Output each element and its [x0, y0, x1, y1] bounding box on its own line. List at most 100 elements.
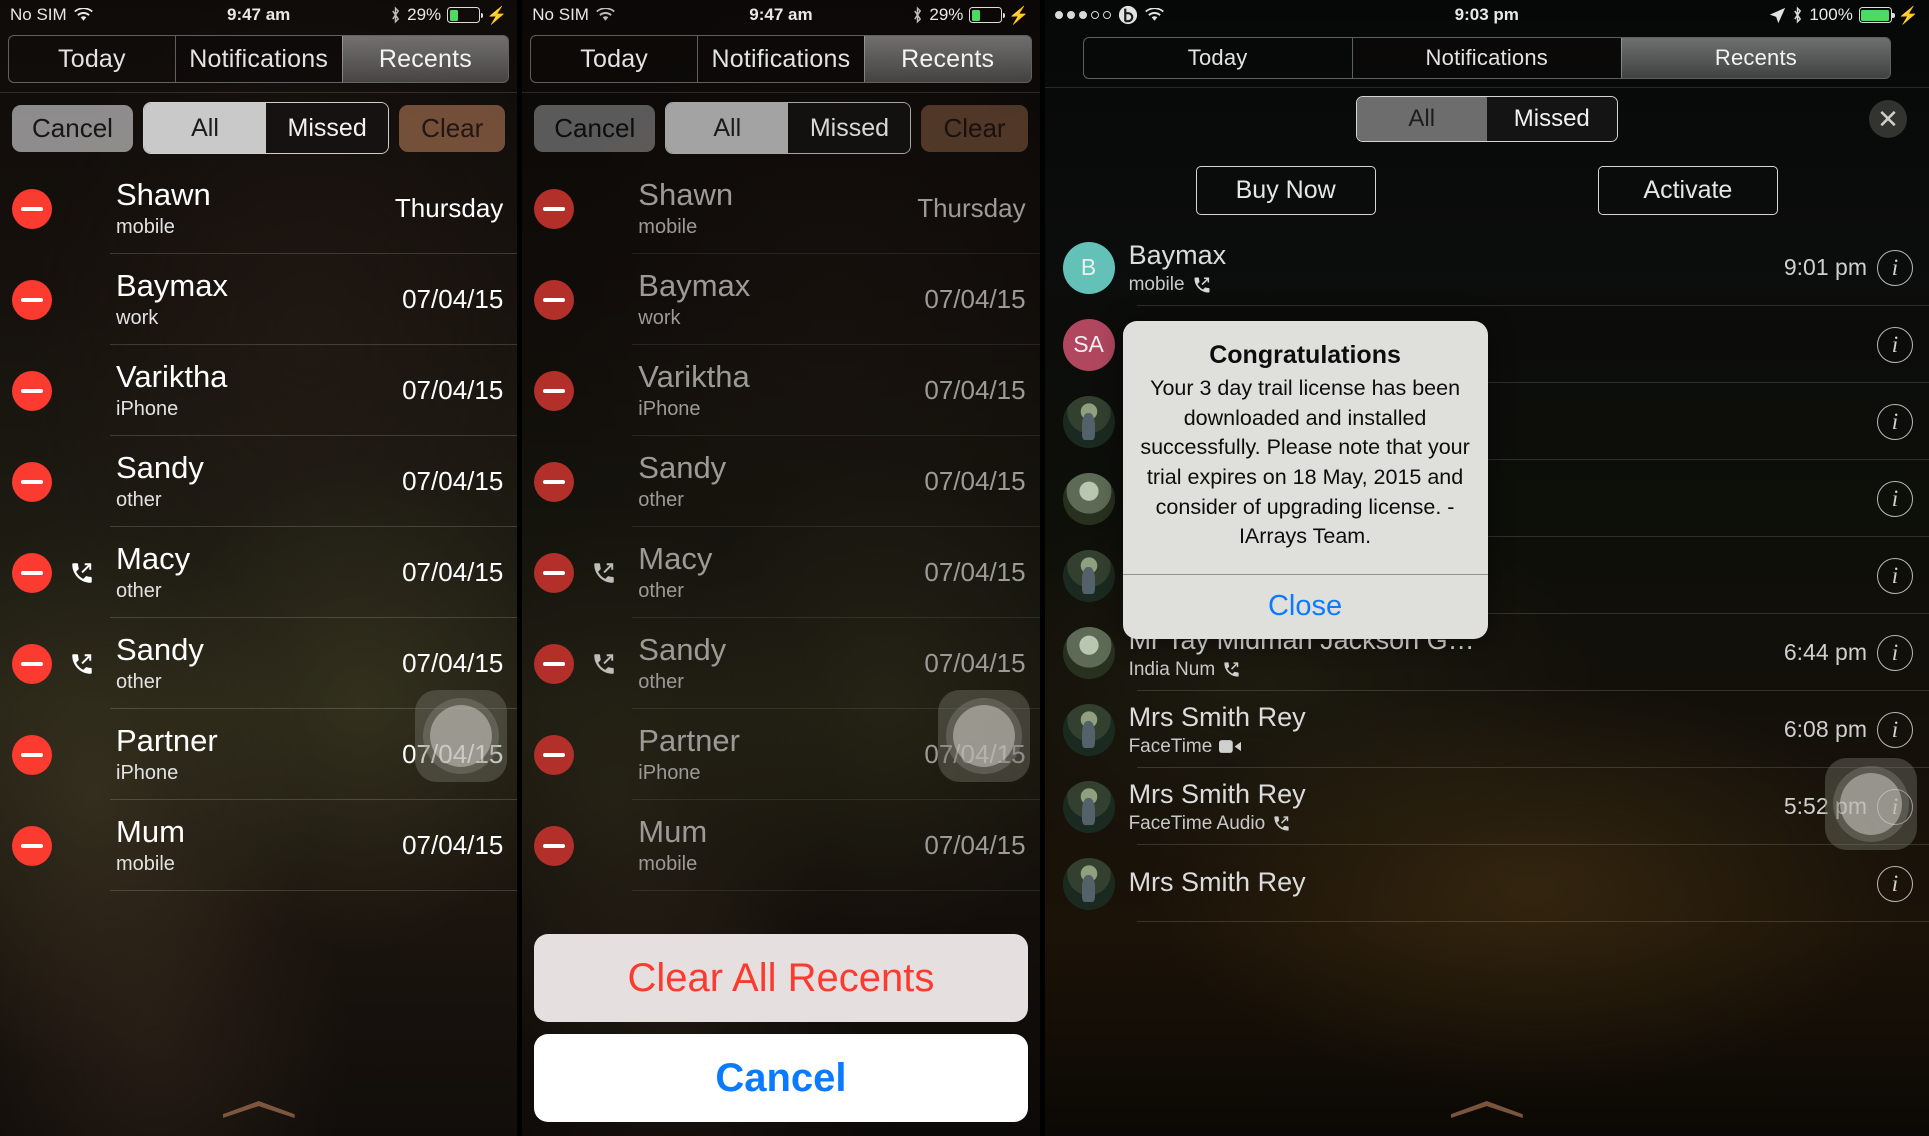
- contact-name: Baymax: [116, 269, 228, 303]
- delete-minus-icon[interactable]: [12, 825, 52, 866]
- clear-button-1[interactable]: Clear: [399, 104, 506, 152]
- segment-missed-2[interactable]: Missed: [788, 103, 911, 153]
- segment-all-3[interactable]: All: [1356, 97, 1487, 141]
- activate-button[interactable]: Activate: [1597, 166, 1778, 215]
- clear-all-recents-button[interactable]: Clear All Recents: [534, 934, 1028, 1022]
- delete-minus-icon[interactable]: [534, 370, 575, 411]
- filter-segment-3[interactable]: All Missed: [1355, 96, 1618, 142]
- battery-icon-1: [447, 7, 484, 23]
- contact-label: mobile: [638, 215, 698, 238]
- table-row[interactable]: Shawn mobile Thursday: [0, 163, 518, 254]
- call-time: 6:44 pm: [1783, 639, 1867, 665]
- tab-today-3[interactable]: Today: [1084, 38, 1352, 78]
- avatar: [1062, 626, 1115, 679]
- delete-minus-icon[interactable]: [12, 188, 52, 229]
- notification-center-tabs-1[interactable]: Today Notifications Recents: [8, 35, 510, 83]
- delete-minus-icon[interactable]: [534, 643, 575, 684]
- info-icon[interactable]: i: [1876, 865, 1913, 902]
- segment-all-1[interactable]: All: [143, 103, 267, 153]
- table-row[interactable]: Mrs Smith Rey i: [1045, 845, 1929, 922]
- clear-button-2[interactable]: Clear: [921, 104, 1028, 152]
- avatar: SA: [1062, 318, 1115, 371]
- tab-notifications-3[interactable]: Notifications: [1351, 38, 1621, 78]
- wifi-icon: [596, 8, 615, 22]
- table-row[interactable]: Mum mobile 07/04/15: [0, 800, 518, 891]
- contact-label: work: [116, 306, 159, 329]
- notification-center-tabs-3[interactable]: Today Notifications Recents: [1082, 37, 1891, 79]
- table-row[interactable]: Macy other 07/04/15: [522, 527, 1040, 618]
- info-icon[interactable]: i: [1876, 711, 1913, 748]
- assistive-touch-button-1[interactable]: [415, 690, 508, 782]
- cancel-button-1[interactable]: Cancel: [12, 104, 133, 152]
- battery-percent-2: 29%: [929, 5, 964, 24]
- close-x-icon[interactable]: ✕: [1868, 100, 1907, 138]
- contact-label: work: [638, 306, 681, 329]
- tab-today-1[interactable]: Today: [9, 36, 175, 82]
- delete-minus-icon[interactable]: [534, 734, 575, 775]
- delete-minus-icon[interactable]: [12, 370, 52, 411]
- filter-segment-1[interactable]: All Missed: [142, 102, 390, 154]
- bluetooth-icon: [390, 6, 401, 24]
- call-time: 07/04/15: [924, 284, 1026, 314]
- contact-name: Mrs Smith Rey: [1128, 778, 1306, 809]
- outgoing-call-icon: [584, 560, 624, 586]
- table-row[interactable]: Shawn mobile Thursday: [522, 163, 1040, 254]
- table-row[interactable]: Sandy other 07/04/15: [522, 436, 1040, 527]
- segment-all-2[interactable]: All: [666, 103, 789, 153]
- cancel-button-2[interactable]: Cancel: [534, 104, 656, 152]
- assistive-touch-button-2[interactable]: [937, 690, 1030, 782]
- tab-recents-3[interactable]: Recents: [1620, 38, 1890, 78]
- delete-minus-icon[interactable]: [12, 734, 52, 775]
- table-row[interactable]: Variktha iPhone 07/04/15: [0, 345, 518, 436]
- contact-label: other: [638, 670, 684, 693]
- delete-minus-icon[interactable]: [12, 552, 52, 593]
- info-icon[interactable]: i: [1876, 326, 1913, 363]
- tab-recents-2[interactable]: Recents: [863, 36, 1031, 82]
- table-row[interactable]: Macy other 07/04/15: [0, 527, 518, 618]
- table-row[interactable]: Baymax work 07/04/15: [522, 254, 1040, 345]
- outgoing-call-icon: [1272, 814, 1291, 833]
- contact-name: Variktha: [638, 360, 750, 394]
- filter-segment-2[interactable]: All Missed: [665, 102, 912, 154]
- lightning-bolt-icon: ⚡: [1897, 5, 1919, 25]
- table-row[interactable]: Variktha iPhone 07/04/15: [522, 345, 1040, 436]
- buy-now-button[interactable]: Buy Now: [1195, 166, 1376, 215]
- table-row[interactable]: B Baymax mobile 9:01 pm i: [1045, 229, 1929, 306]
- delete-minus-icon[interactable]: [12, 279, 52, 320]
- delete-minus-icon[interactable]: [534, 188, 575, 229]
- segment-missed-1[interactable]: Missed: [266, 103, 389, 153]
- info-icon[interactable]: i: [1876, 480, 1913, 517]
- alert-message: Your 3 day trail license has been downlo…: [1140, 376, 1470, 549]
- table-row[interactable]: Baymax work 07/04/15: [0, 254, 518, 345]
- table-row[interactable]: Mrs Smith Rey FaceTime 6:08 pm i: [1045, 691, 1929, 768]
- tab-notifications-2[interactable]: Notifications: [697, 36, 864, 82]
- delete-minus-icon[interactable]: [534, 825, 575, 866]
- alert-close-button[interactable]: Close: [1123, 575, 1488, 639]
- assistive-touch-button-3[interactable]: [1824, 758, 1917, 850]
- info-icon[interactable]: i: [1876, 249, 1913, 286]
- delete-minus-icon[interactable]: [534, 552, 575, 593]
- notification-center-tabs-2[interactable]: Today Notifications Recents: [530, 35, 1032, 83]
- contact-label: mobile: [1128, 273, 1185, 295]
- tab-today-2[interactable]: Today: [531, 36, 697, 82]
- action-sheet-cancel-button[interactable]: Cancel: [534, 1034, 1028, 1122]
- delete-minus-icon[interactable]: [534, 279, 575, 320]
- segment-missed-3[interactable]: Missed: [1486, 97, 1617, 141]
- info-icon[interactable]: i: [1876, 403, 1913, 440]
- delete-minus-icon[interactable]: [534, 461, 575, 502]
- wifi-icon: [1144, 8, 1164, 22]
- avatar: [1062, 703, 1115, 756]
- table-row[interactable]: Mrs Smith Rey FaceTime Audio 5:52 pm i: [1045, 768, 1929, 845]
- contact-name: Shawn: [638, 178, 734, 212]
- table-row[interactable]: Sandy other 07/04/15: [0, 436, 518, 527]
- table-row[interactable]: Mum mobile 07/04/15: [522, 800, 1040, 891]
- contact-name: Baymax: [638, 269, 751, 303]
- info-icon[interactable]: i: [1876, 557, 1913, 594]
- delete-minus-icon[interactable]: [12, 643, 52, 684]
- tab-recents-1[interactable]: Recents: [341, 36, 509, 82]
- info-icon[interactable]: i: [1876, 634, 1913, 671]
- tab-notifications-1[interactable]: Notifications: [174, 36, 342, 82]
- avatar-initials: SA: [1073, 331, 1104, 357]
- delete-minus-icon[interactable]: [12, 461, 52, 502]
- signal-strength-dots: [1054, 11, 1111, 19]
